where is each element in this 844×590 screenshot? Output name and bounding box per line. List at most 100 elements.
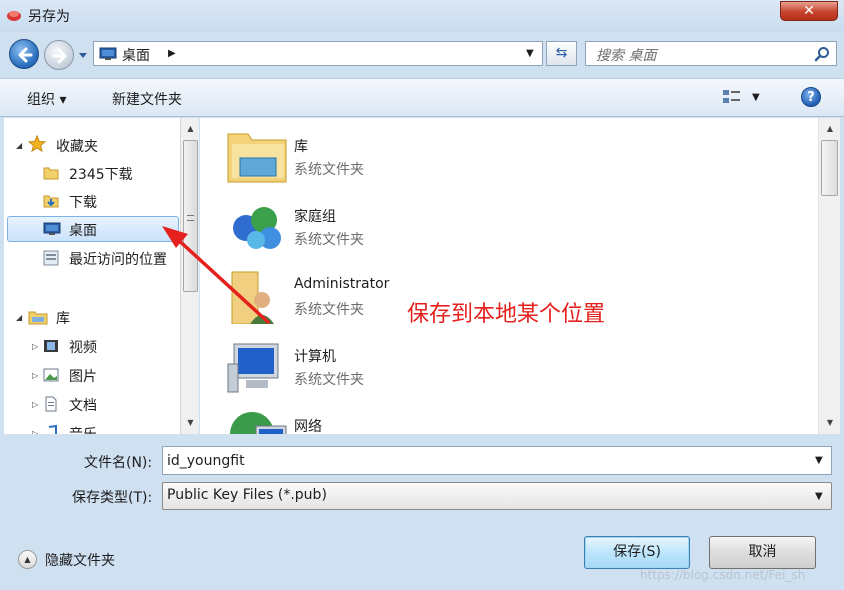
- title-bar: 另存为 ✕: [0, 0, 844, 32]
- save-button[interactable]: 保存(S): [584, 536, 690, 569]
- window-title: 另存为: [28, 9, 70, 25]
- item-type: 系统文件夹: [294, 162, 364, 178]
- expand-arrow-icon[interactable]: ▷: [32, 342, 38, 351]
- grip-icon: [187, 215, 194, 221]
- item-type: 系统文件夹: [294, 232, 364, 248]
- music-icon: [48, 424, 57, 434]
- arrow-left-icon: [18, 47, 33, 63]
- scroll-up-icon[interactable]: ▲: [819, 120, 841, 137]
- collapse-arrow-icon[interactable]: ◢: [16, 313, 22, 322]
- collapse-arrow-icon[interactable]: ◢: [16, 141, 22, 150]
- sidebar-item-2345-downloads[interactable]: 2345下载: [42, 160, 172, 186]
- sidebar-item-label: 收藏夹: [56, 139, 98, 155]
- picture-icon: [43, 368, 59, 382]
- filetype-value: Public Key Files (*.pub): [167, 487, 327, 503]
- filename-input[interactable]: [167, 451, 797, 471]
- scrollbar-thumb[interactable]: [821, 140, 838, 196]
- sidebar-item-pictures[interactable]: 图片: [42, 362, 172, 388]
- library-icon: [227, 133, 287, 183]
- desktop-icon: [43, 222, 61, 235]
- recent-places-icon: [43, 250, 59, 266]
- scroll-down-icon[interactable]: ▼: [181, 414, 200, 431]
- forward-button[interactable]: [44, 40, 74, 70]
- expand-arrow-icon[interactable]: ▷: [32, 371, 38, 380]
- item-type: 系统文件夹: [294, 302, 364, 318]
- refresh-button[interactable]: ⇆: [546, 41, 577, 66]
- sidebar-item-recent-places[interactable]: 最近访问的位置: [42, 245, 180, 271]
- item-name: 库: [294, 139, 308, 155]
- navigation-scrollbar[interactable]: ▲ ▼: [180, 118, 199, 434]
- hide-folders-label[interactable]: 隐藏文件夹: [45, 550, 115, 570]
- new-folder-button[interactable]: 新建文件夹: [112, 89, 182, 109]
- help-button[interactable]: ?: [801, 87, 821, 107]
- file-list[interactable]: 库 系统文件夹 家庭组 系统文件夹 Administrator 系统文件夹 计算…: [200, 118, 818, 434]
- sidebar-item-libraries[interactable]: 库: [28, 304, 168, 330]
- star-icon: [28, 135, 46, 153]
- filename-label: 文件名(N):: [84, 455, 153, 471]
- desktop-icon: [99, 47, 117, 60]
- close-button[interactable]: ✕: [780, 1, 838, 21]
- chevron-up-icon[interactable]: ▲: [18, 550, 37, 569]
- network-icon: [230, 412, 287, 434]
- filetype-label: 保存类型(T):: [72, 490, 153, 506]
- address-location[interactable]: 桌面: [122, 45, 150, 65]
- filetype-select[interactable]: Public Key Files (*.pub) ▼: [162, 482, 832, 510]
- homegroup-icon: [233, 207, 281, 249]
- cancel-button[interactable]: 取消: [709, 536, 816, 569]
- sidebar-item-music[interactable]: 音乐: [42, 420, 172, 434]
- command-toolbar: 组织 ▾ 新建文件夹 ▼ ?: [0, 78, 844, 117]
- sidebar-item-videos[interactable]: 视频: [42, 333, 172, 359]
- expand-arrow-icon[interactable]: ▷: [32, 429, 38, 434]
- sidebar-item-label: 音乐: [69, 424, 97, 434]
- sidebar-item-label: 文档: [69, 398, 97, 414]
- video-icon: [44, 340, 58, 352]
- hide-folders-toggle[interactable]: ▲ 隐藏文件夹: [18, 548, 138, 570]
- item-name: 家庭组: [294, 209, 336, 225]
- refresh-icon: ⇆: [555, 45, 568, 61]
- sidebar-item-label: 桌面: [69, 223, 97, 239]
- chevron-down-icon[interactable]: ▼: [815, 455, 823, 466]
- organize-menu[interactable]: 组织 ▾: [27, 89, 66, 109]
- chevron-down-icon[interactable]: ▼: [815, 491, 823, 502]
- arrow-right-icon: [52, 48, 67, 64]
- sidebar-item-favorites[interactable]: 收藏夹: [28, 132, 168, 158]
- document-icon: [45, 396, 57, 412]
- library-icon: [28, 311, 48, 325]
- folder-icon: [43, 167, 59, 180]
- item-name: Administrator: [294, 276, 390, 292]
- sidebar-item-label: 2345下载: [69, 167, 133, 183]
- sidebar-item-documents[interactable]: 文档: [42, 391, 172, 417]
- chevron-right-icon[interactable]: ▶: [168, 48, 176, 59]
- sidebar-item-label: 最近访问的位置: [69, 252, 167, 268]
- list-item[interactable]: 库 系统文件夹: [226, 118, 676, 183]
- sidebar-item-label: 库: [56, 311, 70, 327]
- file-list-scrollbar[interactable]: ▲ ▼: [818, 118, 840, 434]
- navigation-pane[interactable]: ◢ 收藏夹 2345下载 下载 桌面 最近访问的位置 ◢ 库 ▷ 视频 ▷ 图片…: [4, 118, 180, 434]
- computer-icon: [227, 343, 279, 393]
- scroll-up-icon[interactable]: ▲: [181, 120, 200, 137]
- back-button[interactable]: [9, 39, 39, 69]
- item-type: 系统文件夹: [294, 372, 364, 388]
- filename-field[interactable]: ▼: [162, 446, 832, 475]
- list-item[interactable]: 家庭组 系统文件夹: [226, 188, 676, 250]
- search-input[interactable]: 搜索 桌面: [585, 41, 837, 66]
- view-dropdown-icon[interactable]: ▼: [752, 92, 760, 103]
- sidebar-item-label: 下载: [69, 195, 97, 211]
- sidebar-item-label: 视频: [69, 340, 97, 356]
- search-icon[interactable]: [814, 46, 830, 62]
- list-item[interactable]: 计算机 系统文件夹: [226, 328, 676, 393]
- scroll-down-icon[interactable]: ▼: [819, 414, 841, 431]
- list-item[interactable]: 网络: [226, 398, 676, 434]
- expand-arrow-icon[interactable]: ▷: [32, 400, 38, 409]
- user-folder-icon: [231, 271, 274, 324]
- sidebar-item-downloads[interactable]: 下载: [42, 188, 172, 214]
- chevron-down-icon[interactable]: ▼: [526, 48, 534, 59]
- sidebar-item-desktop[interactable]: 桌面: [7, 216, 179, 242]
- download-folder-icon: [43, 195, 59, 208]
- sidebar-item-label: 图片: [69, 369, 97, 385]
- history-dropdown-icon[interactable]: [78, 50, 88, 60]
- scrollbar-thumb[interactable]: [183, 140, 198, 292]
- item-name: 网络: [294, 419, 322, 434]
- view-options-icon[interactable]: [722, 88, 742, 106]
- address-bar[interactable]: 桌面 ▶ ▼: [93, 41, 543, 66]
